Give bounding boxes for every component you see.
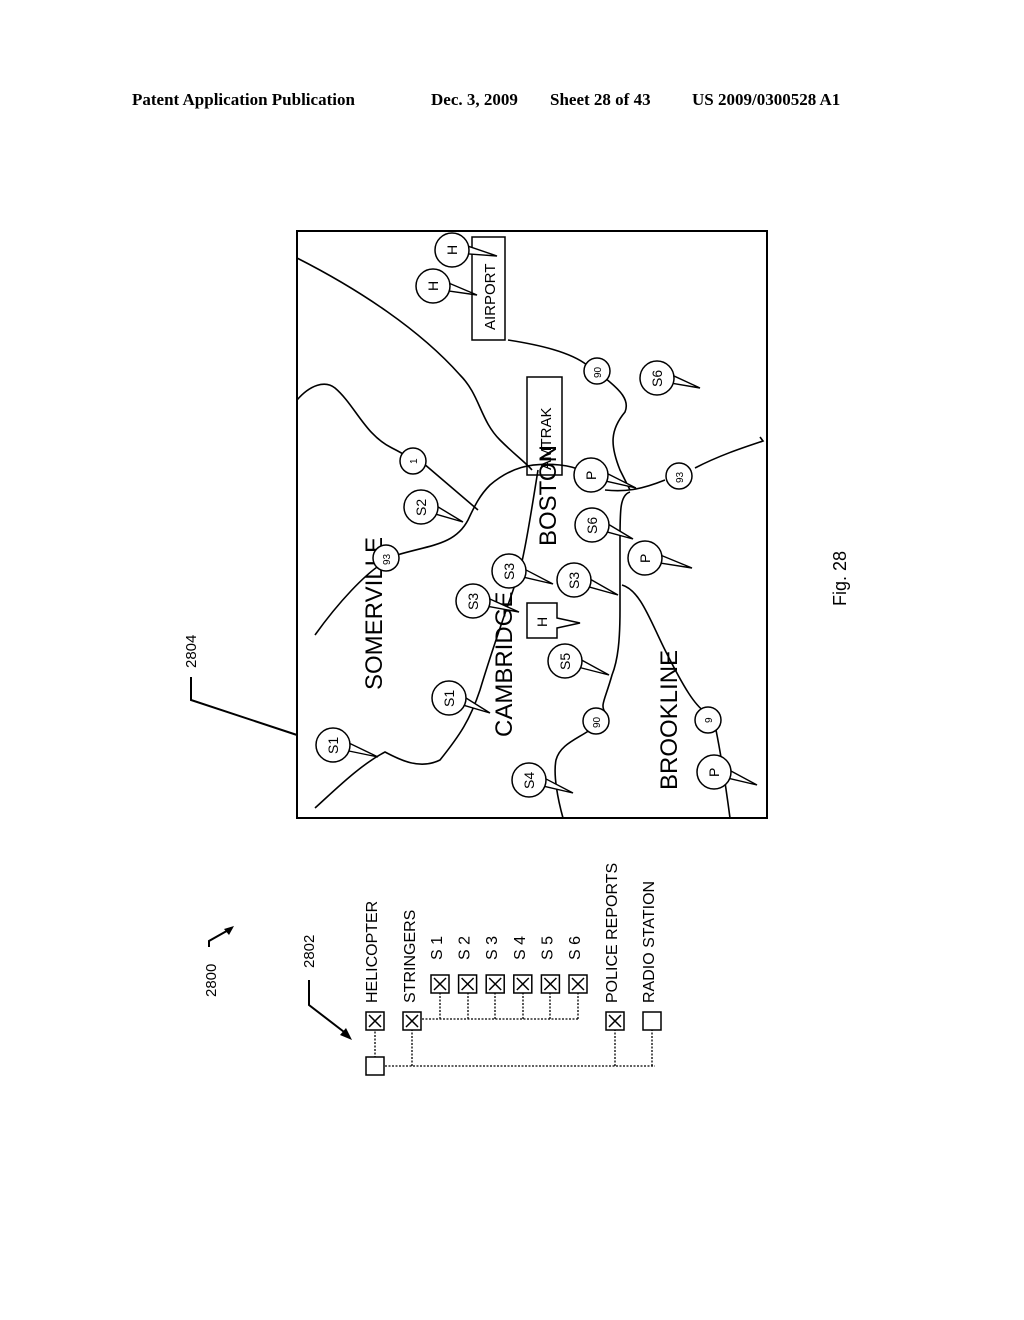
- legend-item-radio-station[interactable]: RADIO STATION: [641, 881, 662, 1031]
- marker-label: S6: [584, 517, 600, 534]
- ref-2800-group: 2800: [203, 926, 234, 997]
- marker-label: S4: [521, 772, 537, 789]
- marker-label: H: [425, 281, 441, 291]
- marker-label: S3: [501, 563, 517, 580]
- highway-shield-93: 93: [665, 462, 693, 490]
- highway-shield-9: 9: [694, 706, 722, 734]
- legend-checkbox[interactable]: [365, 1011, 385, 1031]
- legend-label: RADIO STATION: [641, 881, 658, 1003]
- stringer-label: S 3: [484, 936, 501, 960]
- shield-label: 1: [409, 458, 420, 464]
- stringer-label: S 5: [539, 936, 556, 960]
- ref-2800-arrowhead: [224, 926, 234, 935]
- stringer-checkbox[interactable]: [485, 974, 505, 994]
- root-checkbox[interactable]: [365, 1056, 385, 1076]
- highway-shield-93: 93: [372, 544, 400, 572]
- map-panel: SOMERVILLE CAMBRIDGE BOSTON BROOKLINE AI…: [296, 230, 768, 819]
- stringer-label: S 2: [457, 936, 474, 960]
- marker-label: S6: [649, 370, 665, 387]
- airport-label: AIRPORT: [482, 264, 499, 330]
- marker-label: S3: [566, 572, 582, 589]
- ref-2804-group: 2804: [183, 635, 298, 736]
- ref-2802-arrow-line: [308, 980, 349, 1036]
- marker-label: P: [637, 554, 653, 563]
- stringer-item-s2[interactable]: S 2: [457, 936, 478, 994]
- ref-2802-group: 2802: [301, 935, 352, 1040]
- shield-label: 90: [592, 716, 603, 728]
- region-label-brookline: BROOKLINE: [656, 650, 683, 790]
- marker-label: P: [583, 471, 599, 480]
- stringer-item-s3[interactable]: S 3: [484, 936, 505, 994]
- stringer-checkbox[interactable]: [568, 974, 588, 994]
- ref-2802-label: 2802: [301, 935, 318, 968]
- highway-shield-90: 90: [582, 707, 610, 735]
- stringer-checkbox[interactable]: [513, 974, 533, 994]
- highway-shield-90: 90: [583, 357, 611, 385]
- map-frame: [296, 230, 768, 819]
- legend-checkbox[interactable]: [605, 1011, 625, 1031]
- legend-label: HELICOPTER: [364, 901, 381, 1003]
- marker-label: S3: [465, 593, 481, 610]
- legend-tree: [365, 993, 655, 1076]
- stringer-item-s4[interactable]: S 4: [512, 936, 533, 994]
- shield-label: 9: [704, 717, 715, 723]
- ref-2800-label: 2800: [203, 964, 220, 997]
- stringer-checkbox[interactable]: [430, 974, 450, 994]
- region-label-cambridge: CAMBRIDGE: [491, 592, 518, 737]
- shield-label: 90: [593, 366, 604, 378]
- checkbox-box: [642, 1011, 662, 1031]
- stringer-checkbox[interactable]: [540, 974, 561, 994]
- ref-2804-leader: [190, 677, 298, 736]
- shield-label: 93: [675, 471, 686, 483]
- stringer-item-s6[interactable]: S 6: [567, 936, 588, 994]
- highway-shield-1: 1: [399, 447, 427, 475]
- stringer-label: S 4: [512, 936, 529, 960]
- shield-label: 93: [382, 553, 393, 565]
- stringer-label: S 6: [567, 936, 584, 960]
- stringer-checkbox[interactable]: [457, 974, 478, 994]
- stringer-items: S 1 S 2 S 3 S 4 S 5 S 6: [429, 936, 588, 994]
- marker-label: S1: [325, 737, 341, 754]
- legend-item-helicopter[interactable]: HELICOPTER: [364, 901, 385, 1031]
- marker-label: H: [444, 245, 460, 255]
- marker-label: P: [706, 768, 722, 777]
- stringer-item-s5[interactable]: S 5: [539, 936, 561, 994]
- ref-2804-label: 2804: [183, 635, 200, 668]
- stringer-item-s1[interactable]: S 1: [429, 936, 450, 994]
- amtrak-label: AMTRAK: [538, 407, 555, 470]
- legend-item-police-reports[interactable]: POLICE REPORTS: [604, 863, 625, 1031]
- figure-drawing: 2804 2800 2802 HELICOPTER STRINGERS POLI…: [183, 230, 850, 1076]
- marker-label: S2: [413, 499, 429, 516]
- stringer-label: S 1: [429, 936, 446, 960]
- legend-item-stringers[interactable]: STRINGERS: [402, 910, 422, 1031]
- legend-label: POLICE REPORTS: [604, 863, 621, 1003]
- figure-caption: Fig. 28: [830, 551, 850, 606]
- legend-checkbox[interactable]: [402, 1011, 422, 1031]
- legend-label: STRINGERS: [402, 910, 419, 1003]
- helicopter-square-label: H: [534, 617, 550, 627]
- marker-label: S1: [441, 690, 457, 707]
- marker-label: S5: [557, 653, 573, 670]
- legend-checkbox[interactable]: [642, 1011, 662, 1031]
